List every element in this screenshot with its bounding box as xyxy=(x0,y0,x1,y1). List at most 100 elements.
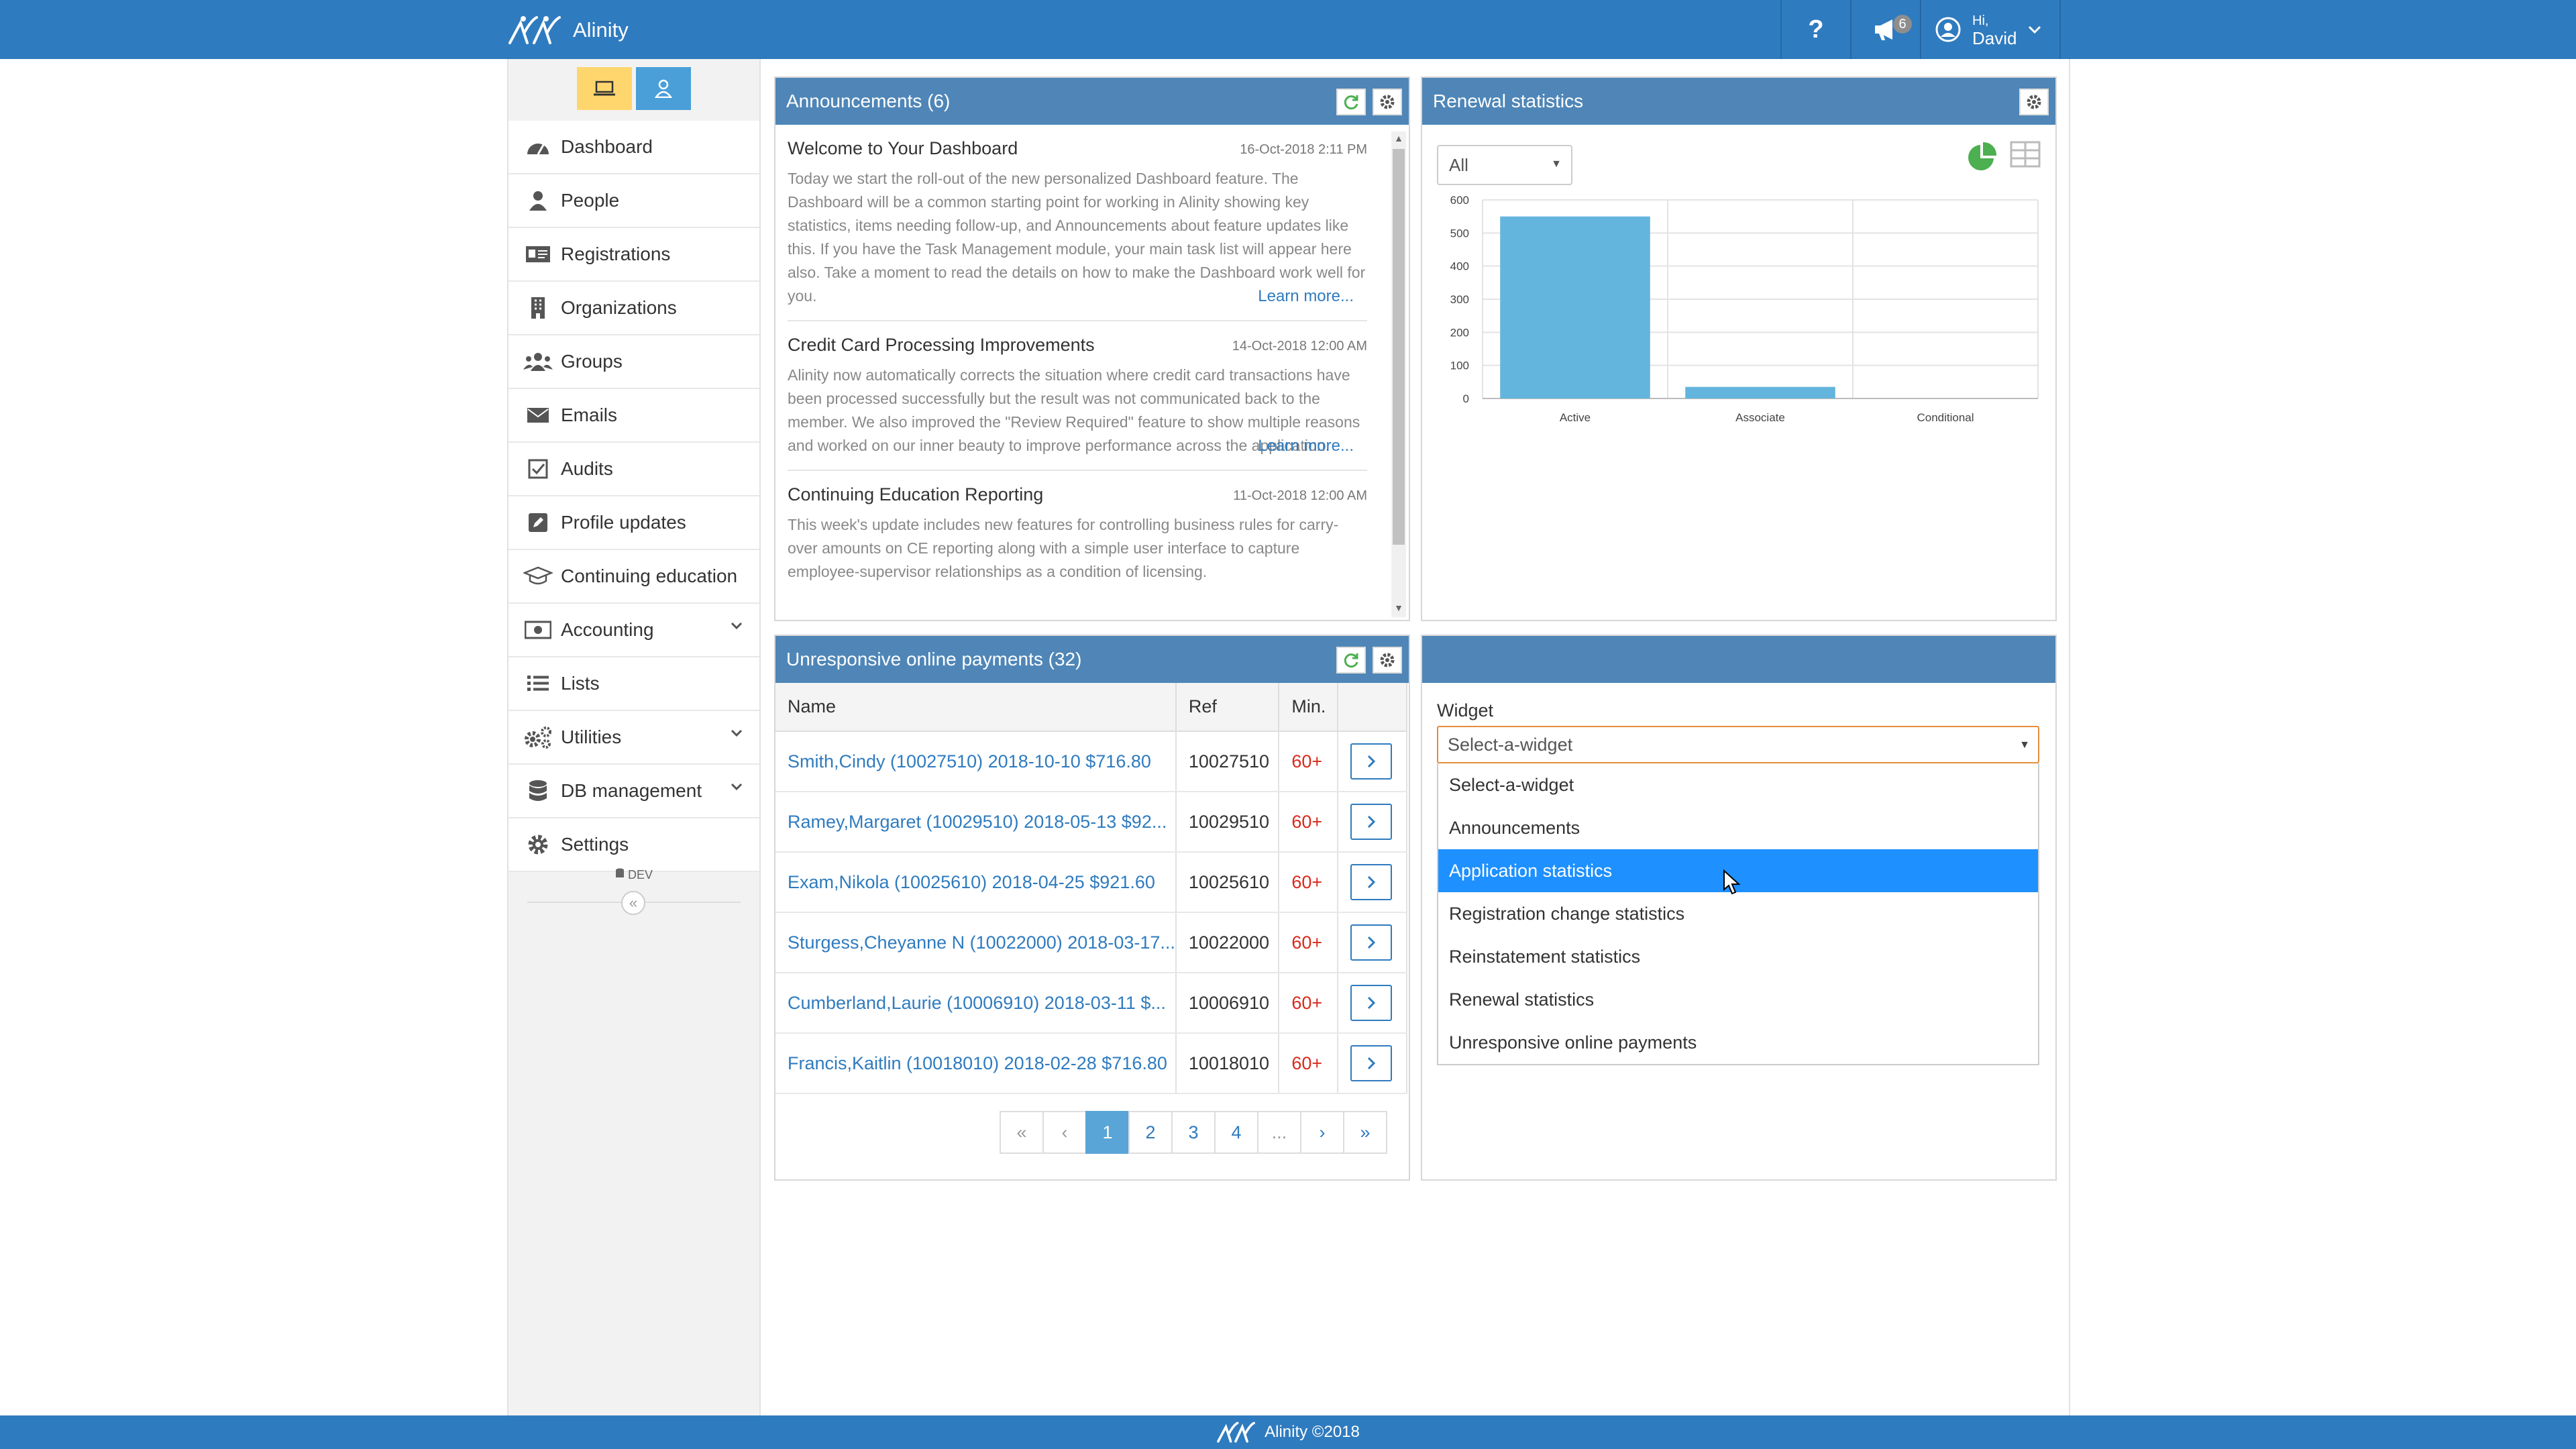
footer-text: Alinity ©2018 xyxy=(1265,1423,1360,1441)
scroll-up-icon[interactable]: ▲ xyxy=(1391,133,1406,146)
sidebar-item-settings[interactable]: Settings xyxy=(508,818,759,872)
widget-option[interactable]: Renewal statistics xyxy=(1438,978,2038,1021)
payment-link[interactable]: Smith,Cindy (10027510) 2018-10-10 $716.8… xyxy=(788,751,1151,771)
announcement-item: Continuing Education Reporting 11-Oct-20… xyxy=(788,471,1367,596)
money-icon xyxy=(523,618,553,642)
table-row: Francis,Kaitlin (10018010) 2018-02-28 $7… xyxy=(775,1033,1408,1094)
widget-panel-header xyxy=(1422,636,2055,683)
row-action-cell xyxy=(1337,731,1408,792)
widget-option[interactable]: Reinstatement statistics xyxy=(1438,935,2038,978)
widget-option[interactable]: Unresponsive online payments xyxy=(1438,1021,2038,1064)
sidebar-item-utilities[interactable]: Utilities xyxy=(508,711,759,765)
desktop-mode-button[interactable] xyxy=(577,67,632,110)
refresh-icon xyxy=(1344,653,1358,668)
payment-link[interactable]: Francis,Kaitlin (10018010) 2018-02-28 $7… xyxy=(788,1053,1167,1073)
sidebar-item-accounting[interactable]: Accounting xyxy=(508,604,759,657)
sidebar-item-audits[interactable]: Audits xyxy=(508,443,759,496)
announcement-date: 11-Oct-2018 12:00 AM xyxy=(1233,488,1367,503)
x-tick-label: Active xyxy=(1560,411,1591,424)
column-header-ref[interactable]: Ref xyxy=(1175,683,1280,732)
page-3-button[interactable]: 3 xyxy=(1171,1111,1216,1154)
page-2-button[interactable]: 2 xyxy=(1128,1111,1173,1154)
sidebar-item-registrations[interactable]: Registrations xyxy=(508,228,759,282)
database-icon xyxy=(523,779,553,803)
sidebar-item-label: Lists xyxy=(561,673,600,694)
sidebar-item-people[interactable]: People xyxy=(508,174,759,228)
page-1-button[interactable]: 1 xyxy=(1085,1111,1130,1154)
scroll-thumb[interactable] xyxy=(1393,149,1405,545)
payment-link[interactable]: Cumberland,Laurie (10006910) 2018-03-11 … xyxy=(788,993,1166,1013)
brand-name: Alinity xyxy=(573,18,629,42)
open-payment-button[interactable] xyxy=(1350,804,1392,840)
x-tick-label: Conditional xyxy=(1917,411,1974,424)
page-4-button[interactable]: 4 xyxy=(1214,1111,1258,1154)
payment-ref: 10027510 xyxy=(1175,731,1280,792)
widget-option[interactable]: Announcements xyxy=(1438,806,2038,849)
sidebar-item-organizations[interactable]: Organizations xyxy=(508,282,759,335)
dashboard-main: Announcements (6) Welcome to Your Dashbo… xyxy=(762,59,2070,1415)
payment-name-cell: Smith,Cindy (10027510) 2018-10-10 $716.8… xyxy=(775,731,1177,792)
column-header-action xyxy=(1337,683,1408,732)
gear-icon xyxy=(1380,653,1395,667)
open-payment-button[interactable] xyxy=(1350,1045,1392,1081)
pie-chart-toggle[interactable] xyxy=(1966,141,1998,176)
alinity-logo-icon xyxy=(1217,1421,1256,1443)
sidebar-item-emails[interactable]: Emails xyxy=(508,389,759,443)
widget-option[interactable]: Registration change statistics xyxy=(1438,892,2038,935)
panel-settings-button[interactable] xyxy=(2019,89,2049,115)
help-button[interactable]: ? xyxy=(1780,0,1850,59)
table-view-toggle[interactable] xyxy=(2010,141,2041,176)
sidebar-item-continuing-education[interactable]: Continuing education xyxy=(508,550,759,604)
open-payment-button[interactable] xyxy=(1350,924,1392,961)
y-tick-label: 500 xyxy=(1450,227,1469,239)
widget-option[interactable]: Select-a-widget xyxy=(1438,763,2038,806)
widget-select[interactable]: Select-a-widget ▼ xyxy=(1437,726,2039,763)
announcements-button[interactable]: 6 xyxy=(1850,0,1920,59)
brand-logo[interactable]: Alinity xyxy=(507,12,629,48)
widget-selector-panel: Widget Select-a-widget ▼ Select-a-widget… xyxy=(1421,635,2057,1181)
last-page-button[interactable]: » xyxy=(1343,1111,1387,1154)
open-payment-button[interactable] xyxy=(1350,743,1392,780)
open-payment-button[interactable] xyxy=(1350,985,1392,1021)
first-page-button[interactable]: « xyxy=(1000,1111,1044,1154)
sidebar-item-db-management[interactable]: DB management xyxy=(508,765,759,818)
pie-chart-icon xyxy=(1968,142,1997,170)
collapse-sidebar-button[interactable]: « xyxy=(621,891,645,915)
learn-more-link[interactable]: Learn more... xyxy=(788,284,1367,308)
x-tick-label: Associate xyxy=(1735,411,1785,424)
payment-link[interactable]: Ramey,Margaret (10029510) 2018-05-13 $92… xyxy=(788,812,1167,832)
person-mode-button[interactable] xyxy=(636,67,691,110)
next-page-button[interactable]: › xyxy=(1300,1111,1344,1154)
payment-name-cell: Exam,Nikola (10025610) 2018-04-25 $921.6… xyxy=(775,852,1177,913)
sidebar-item-lists[interactable]: Lists xyxy=(508,657,759,711)
mouse-cursor-icon xyxy=(1723,869,1741,895)
panel-settings-button[interactable] xyxy=(1373,647,1402,674)
sidebar-item-profile-updates[interactable]: Profile updates xyxy=(508,496,759,550)
payment-link[interactable]: Sturgess,Cheyanne N (10022000) 2018-03-1… xyxy=(788,932,1175,953)
announcements-list: Welcome to Your Dashboard 16-Oct-2018 2:… xyxy=(775,125,1391,620)
refresh-button[interactable] xyxy=(1336,89,1366,115)
chevron-right-icon xyxy=(1367,755,1375,768)
panel-settings-button[interactable] xyxy=(1373,89,1402,115)
panel-title: Announcements (6) xyxy=(786,91,951,111)
announcements-scrollbar[interactable]: ▲ ▼ xyxy=(1391,131,1406,617)
refresh-button[interactable] xyxy=(1336,647,1366,674)
column-header-min[interactable]: Min. xyxy=(1279,683,1338,732)
sidebar-item-groups[interactable]: Groups xyxy=(508,335,759,389)
chevron-right-icon xyxy=(1367,996,1375,1010)
open-payment-button[interactable] xyxy=(1350,864,1392,900)
row-action-cell xyxy=(1337,852,1408,913)
prev-page-button[interactable]: ‹ xyxy=(1042,1111,1087,1154)
table-row: Exam,Nikola (10025610) 2018-04-25 $921.6… xyxy=(775,852,1408,913)
column-header-name[interactable]: Name xyxy=(775,683,1177,732)
table-header-row: Name Ref Min. xyxy=(775,683,1408,732)
person-icon xyxy=(523,189,553,213)
payment-ref: 10029510 xyxy=(1175,792,1280,853)
payments-table: Name Ref Min. Smith,Cindy (10027510) 201… xyxy=(775,683,1408,1094)
payment-link[interactable]: Exam,Nikola (10025610) 2018-04-25 $921.6… xyxy=(788,872,1155,892)
renewal-filter-select[interactable]: All ▼ xyxy=(1437,145,1572,185)
renewal-header: Renewal statistics xyxy=(1422,78,2055,125)
sidebar-item-dashboard[interactable]: Dashboard xyxy=(508,121,759,174)
scroll-down-icon[interactable]: ▼ xyxy=(1391,602,1406,616)
user-menu-button[interactable]: Hi, David xyxy=(1920,0,2061,59)
